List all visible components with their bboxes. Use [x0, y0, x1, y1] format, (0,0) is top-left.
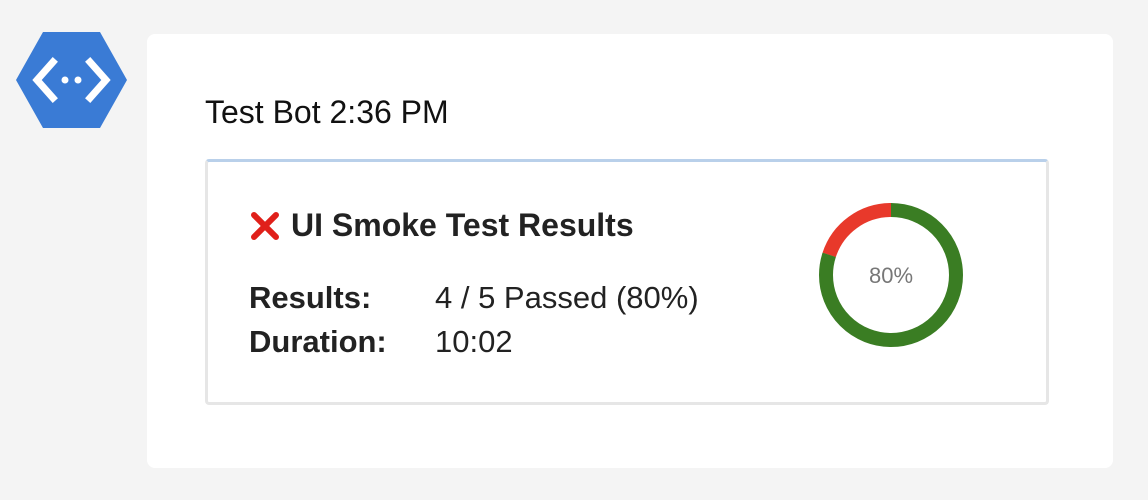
message-header: Test Bot 2:36 PM — [205, 94, 449, 131]
fact-label: Duration: — [249, 324, 387, 359]
fact-label: Results: — [249, 280, 372, 315]
card-title: UI Smoke Test Results — [249, 207, 634, 244]
card-title-text: UI Smoke Test Results — [291, 207, 634, 243]
donut-center-label: 80% — [869, 263, 913, 288]
message-bubble: Test Bot 2:36 PM UI Smoke Test Results R… — [147, 34, 1113, 468]
bot-avatar — [15, 30, 128, 130]
bot-hexagon-icon — [16, 32, 127, 128]
fact-row-duration: Duration: 10:02 — [249, 324, 513, 360]
bot-name: Test Bot — [205, 94, 321, 130]
red-x-icon — [249, 210, 281, 242]
adaptive-card: UI Smoke Test Results Results: 4 / 5 Pas… — [205, 159, 1049, 405]
pass-rate-donut-chart: 80% — [819, 203, 963, 347]
fact-value: 10:02 — [435, 324, 513, 359]
fact-value: 4 / 5 Passed (80%) — [435, 280, 699, 315]
message-time: 2:36 PM — [329, 94, 449, 130]
fact-row-results: Results: 4 / 5 Passed (80%) — [249, 280, 699, 316]
